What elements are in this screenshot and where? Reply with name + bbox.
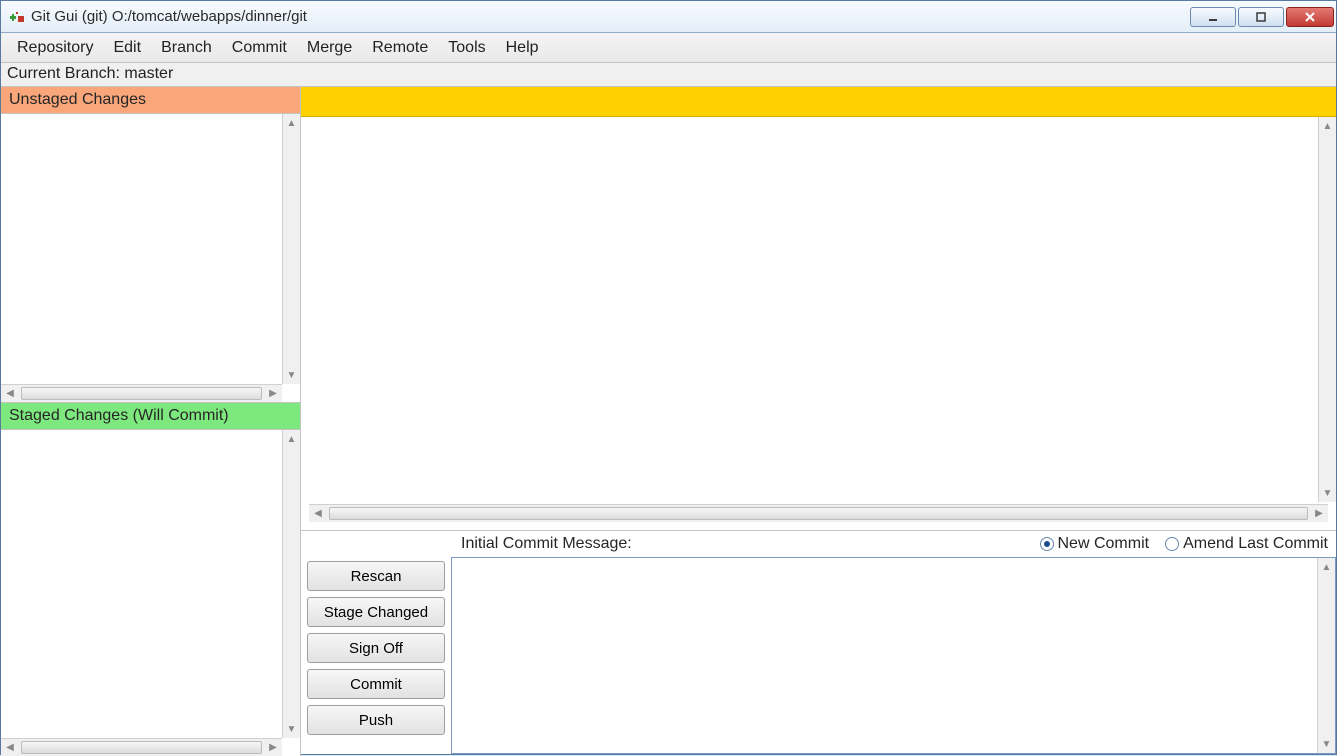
scroll-left-icon[interactable]: ◀ [1,739,19,756]
staged-hscroll[interactable]: ◀ ▶ [1,738,282,756]
right-column: ▲ ▼ ◀ ▶ Initial Commit Message: [301,87,1336,756]
menu-tools[interactable]: Tools [438,35,495,61]
unstaged-pane: Unstaged Changes ▲ ▼ ◀ ▶ [1,87,300,403]
commit-body: Rescan Stage Changed Sign Off Commit Pus… [301,557,1336,756]
menu-edit[interactable]: Edit [103,35,151,61]
titlebar: Git Gui (git) O:/tomcat/webapps/dinner/g… [1,1,1336,33]
commit-message-input[interactable] [454,560,1315,751]
menu-repository[interactable]: Repository [7,35,103,61]
rescan-button[interactable]: Rescan [307,561,445,591]
commit-message-container: ▲ ▼ [451,557,1336,754]
diff-view[interactable]: ▲ ▼ [301,117,1336,502]
scroll-track[interactable] [1318,576,1335,735]
unstaged-header: Unstaged Changes [1,87,300,114]
scroll-track[interactable] [19,739,264,756]
scroll-track[interactable] [283,132,300,366]
close-button[interactable] [1286,7,1334,27]
scroll-track[interactable] [1319,135,1336,484]
scroll-right-icon[interactable]: ▶ [264,739,282,756]
staged-list[interactable]: ▲ ▼ ◀ ▶ [1,430,300,756]
radio-amend-commit[interactable]: Amend Last Commit [1165,535,1328,553]
menu-remote[interactable]: Remote [362,35,438,61]
stage-changed-button[interactable]: Stage Changed [307,597,445,627]
commit-buttons: Rescan Stage Changed Sign Off Commit Pus… [301,557,451,756]
menu-help[interactable]: Help [496,35,549,61]
unstaged-vscroll[interactable]: ▲ ▼ [282,114,300,384]
commit-msg-vscroll[interactable]: ▲ ▼ [1317,558,1335,753]
scroll-left-icon[interactable]: ◀ [309,505,327,522]
scroll-down-icon[interactable]: ▼ [1318,735,1335,753]
radio-new-commit-label: New Commit [1058,535,1150,553]
scroll-up-icon[interactable]: ▲ [283,430,300,448]
scroll-right-icon[interactable]: ▶ [1310,505,1328,522]
commit-button[interactable]: Commit [307,669,445,699]
scroll-track[interactable] [19,385,264,402]
radio-checked-icon [1040,537,1054,551]
scroll-left-icon[interactable]: ◀ [1,385,19,402]
scroll-right-icon[interactable]: ▶ [264,385,282,402]
scroll-track[interactable] [327,505,1310,522]
commit-header: Initial Commit Message: New Commit Amend… [301,531,1336,557]
diff-vscroll[interactable]: ▲ ▼ [1318,117,1336,502]
maximize-button[interactable] [1238,7,1284,27]
staged-pane: Staged Changes (Will Commit) ▲ ▼ ◀ ▶ [1,403,300,756]
unstaged-list[interactable]: ▲ ▼ ◀ ▶ [1,114,300,402]
scroll-track[interactable] [283,448,300,720]
scroll-up-icon[interactable]: ▲ [283,114,300,132]
scroll-down-icon[interactable]: ▼ [283,720,300,738]
unstaged-hscroll[interactable]: ◀ ▶ [1,384,282,402]
scroll-down-icon[interactable]: ▼ [283,366,300,384]
commit-type-radio-group: New Commit Amend Last Commit [1040,535,1329,553]
window-title: Git Gui (git) O:/tomcat/webapps/dinner/g… [31,8,1188,25]
commit-message-label: Initial Commit Message: [461,535,632,553]
push-button[interactable]: Push [307,705,445,735]
staged-vscroll[interactable]: ▲ ▼ [282,430,300,738]
minimize-button[interactable] [1190,7,1236,27]
main-area: Unstaged Changes ▲ ▼ ◀ ▶ Staged Changes … [1,87,1336,756]
diff-panel: ▲ ▼ ◀ ▶ [301,87,1336,530]
git-gui-window: Git Gui (git) O:/tomcat/webapps/dinner/g… [0,0,1337,755]
scroll-thumb[interactable] [21,741,262,754]
staged-header: Staged Changes (Will Commit) [1,403,300,430]
scroll-thumb[interactable] [329,507,1308,520]
scroll-down-icon[interactable]: ▼ [1319,484,1336,502]
menu-commit[interactable]: Commit [222,35,297,61]
menu-merge[interactable]: Merge [297,35,362,61]
scroll-up-icon[interactable]: ▲ [1318,558,1335,576]
app-icon [9,9,25,25]
scroll-thumb[interactable] [21,387,262,400]
radio-unchecked-icon [1165,537,1179,551]
left-column: Unstaged Changes ▲ ▼ ◀ ▶ Staged Changes … [1,87,301,756]
radio-amend-commit-label: Amend Last Commit [1183,535,1328,553]
menubar: Repository Edit Branch Commit Merge Remo… [1,33,1336,63]
commit-panel: Initial Commit Message: New Commit Amend… [301,530,1336,756]
window-controls [1188,7,1334,27]
diff-hscroll[interactable]: ◀ ▶ [309,504,1328,522]
branch-status: Current Branch: master [1,63,1336,87]
radio-new-commit[interactable]: New Commit [1040,535,1150,553]
scroll-up-icon[interactable]: ▲ [1319,117,1336,135]
sign-off-button[interactable]: Sign Off [307,633,445,663]
menu-branch[interactable]: Branch [151,35,222,61]
diff-header [301,87,1336,117]
